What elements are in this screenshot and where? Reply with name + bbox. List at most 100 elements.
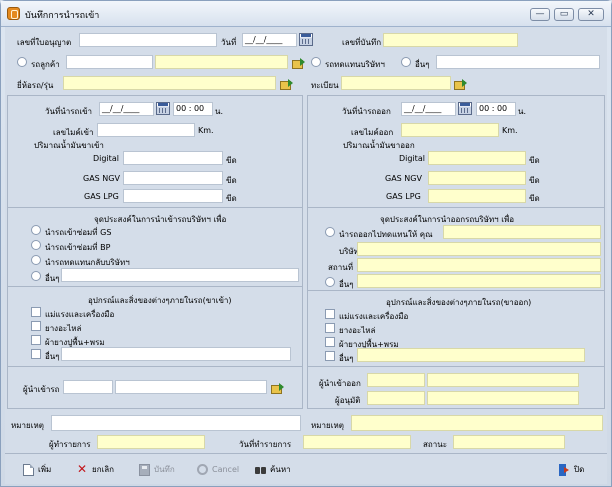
checkout-calendar-icon[interactable] — [458, 102, 472, 115]
permit-no-input[interactable] — [79, 33, 217, 47]
checkin-purpose-radio-return[interactable] — [31, 255, 41, 265]
checkout-equip-other-checkbox[interactable] — [325, 351, 335, 361]
exit-button-label: ปิด — [574, 465, 585, 474]
checkin-fuel-ngv-unit: ขีด — [226, 176, 237, 185]
checkout-purpose-radio-replace[interactable] — [325, 227, 335, 237]
checkout-time-unit: น. — [518, 107, 527, 116]
checkin-equip-other-label: อื่นๆ — [45, 352, 60, 361]
checkin-purpose-radio-bp[interactable] — [31, 240, 41, 250]
checkin-mileage-input[interactable] — [97, 123, 195, 137]
checkin-driver-code-input[interactable] — [63, 380, 113, 394]
checkin-purpose-bp-label: นำรถเข้าซ่อมที่ BP — [45, 243, 111, 252]
checkout-place-label: สถานที่ — [328, 263, 353, 272]
customer-picker-icon[interactable] — [292, 58, 305, 69]
checkin-note-input[interactable] — [51, 415, 301, 431]
add-button-label: เพิ่ม — [38, 465, 52, 474]
restore-button[interactable]: ▭ — [554, 8, 574, 21]
checkout-equipment-title: อุปกรณ์และสิ่งของต่างๆภายในรถ(ขาออก) — [386, 298, 532, 307]
checkout-purpose-replace-label: นำรถออกไปทดแทนให้ คุณ — [339, 230, 433, 239]
checkout-note-input[interactable] — [351, 415, 603, 431]
checkin-purpose-other-input[interactable] — [61, 268, 299, 282]
checkout-hour: 00 — [479, 104, 490, 113]
customer-input[interactable] — [66, 55, 153, 69]
brand-picker-icon[interactable] — [280, 79, 293, 90]
exit-button[interactable]: ปิด — [559, 463, 584, 477]
checkin-purpose-radio-other[interactable] — [31, 271, 41, 281]
cancel-edit-button[interactable]: ✕ ยกเลิก — [77, 463, 114, 477]
other-radio[interactable] — [401, 57, 411, 67]
divider — [7, 366, 303, 367]
checkout-time-input[interactable]: 00 : 00 — [476, 102, 516, 116]
checkin-date-label: วันที่นำรถเข้า — [45, 107, 93, 116]
close-window-button[interactable]: ✕ — [578, 8, 604, 21]
permit-no-label: เลขที่ใบอนุญาต — [17, 38, 72, 47]
checkout-driver-name-input[interactable] — [427, 373, 579, 387]
checkout-fuel-ngv-input[interactable] — [428, 171, 526, 185]
status-value — [453, 435, 565, 449]
record-no-input[interactable] — [383, 33, 518, 47]
replacement-car-label: รถทดแทนบริษัทฯ — [325, 60, 385, 69]
checkout-driver-code-input[interactable] — [367, 373, 425, 387]
checkout-fuel-lpg-unit: ขีด — [529, 194, 540, 203]
other-label: อื่นๆ — [415, 60, 430, 69]
checkout-purpose-other-input[interactable] — [357, 274, 601, 288]
cancel-edit-button-label: ยกเลิก — [92, 465, 115, 474]
search-button[interactable]: ค้นหา — [255, 463, 291, 477]
checkout-company-label: บริษัท — [339, 247, 359, 256]
checkout-date-input[interactable]: __/__/____ — [401, 102, 456, 116]
checkout-place-input[interactable] — [357, 258, 601, 272]
checkin-calendar-icon[interactable] — [156, 102, 170, 115]
checkout-approver-code-input[interactable] — [367, 391, 425, 405]
checkin-fuel-ngv-input[interactable] — [123, 171, 223, 185]
checkout-equip-mat-checkbox[interactable] — [325, 337, 335, 347]
calendar-icon[interactable] — [299, 33, 313, 46]
checkin-driver-name-input[interactable] — [115, 380, 267, 394]
checkin-driver-picker-icon[interactable] — [271, 383, 284, 394]
checkin-driver-label: ผู้นำเข้ารถ — [23, 385, 60, 394]
save-button[interactable]: บันทึก — [139, 463, 175, 477]
checkout-mileage-input[interactable] — [401, 123, 499, 137]
checkout-mileage-unit: Km. — [502, 126, 518, 135]
checkin-purpose-radio-gs[interactable] — [31, 225, 41, 235]
checkout-company-input[interactable] — [357, 242, 601, 256]
replacement-car-radio[interactable] — [311, 57, 321, 67]
car-customer-radio[interactable] — [17, 57, 27, 67]
date-input[interactable]: __/__/____ — [242, 33, 297, 47]
operation-date-label: วันที่ทำรายการ — [239, 440, 292, 449]
checkin-fuel-lpg-input[interactable] — [123, 189, 223, 203]
checkin-date-input[interactable]: __/__/____ — [99, 102, 154, 116]
checkin-purpose-other-label: อื่นๆ — [45, 274, 60, 283]
checkin-equip-other-input[interactable] — [61, 347, 291, 361]
checkin-fuel-digital-input[interactable] — [123, 151, 223, 165]
other-input[interactable] — [436, 55, 600, 69]
checkout-driver-label: ผู้นำเข้าออก — [319, 379, 361, 388]
checkout-fuel-digital-input[interactable] — [428, 151, 526, 165]
cancel-button[interactable]: Cancel — [197, 463, 239, 477]
registration-picker-icon[interactable] — [454, 79, 467, 90]
checkout-equip-spare-checkbox[interactable] — [325, 323, 335, 333]
checkin-equip-mat-checkbox[interactable] — [31, 335, 41, 345]
cancel-button-label: Cancel — [212, 465, 240, 474]
divider — [7, 207, 303, 208]
checkout-fuel-lpg-input[interactable] — [428, 189, 526, 203]
checkin-equip-jack-checkbox[interactable] — [31, 307, 41, 317]
checkin-time-input[interactable]: 00 : 00 — [173, 102, 213, 116]
checkin-equipment-title: อุปกรณ์และสิ่งของต่างๆภายในรถ(ขาเข้า) — [88, 296, 232, 305]
checkout-equip-jack-checkbox[interactable] — [325, 309, 335, 319]
checkin-purpose-gs-label: นำรถเข้าซ่อมที่ GS — [45, 228, 112, 237]
checkin-equip-spare-checkbox[interactable] — [31, 321, 41, 331]
checkout-equip-other-input[interactable] — [357, 348, 585, 362]
checkout-fuel-heading: ปริมาณน้ำมันขาออก — [343, 141, 415, 150]
checkin-equip-other-checkbox[interactable] — [31, 349, 41, 359]
minimize-button[interactable]: — — [530, 8, 550, 21]
checkout-replace-name-input[interactable] — [443, 225, 601, 239]
customer-name-input[interactable] — [155, 55, 288, 69]
registration-input[interactable] — [341, 76, 451, 90]
brand-model-input[interactable] — [63, 76, 276, 90]
checkout-purpose-radio-other[interactable] — [325, 277, 335, 287]
divider — [307, 366, 605, 367]
operator-label: ผู้ทำรายการ — [49, 440, 91, 449]
add-button[interactable]: เพิ่ม — [23, 463, 51, 477]
checkin-fuel-lpg-label: GAS LPG — [84, 192, 119, 201]
checkout-approver-name-input[interactable] — [427, 391, 579, 405]
